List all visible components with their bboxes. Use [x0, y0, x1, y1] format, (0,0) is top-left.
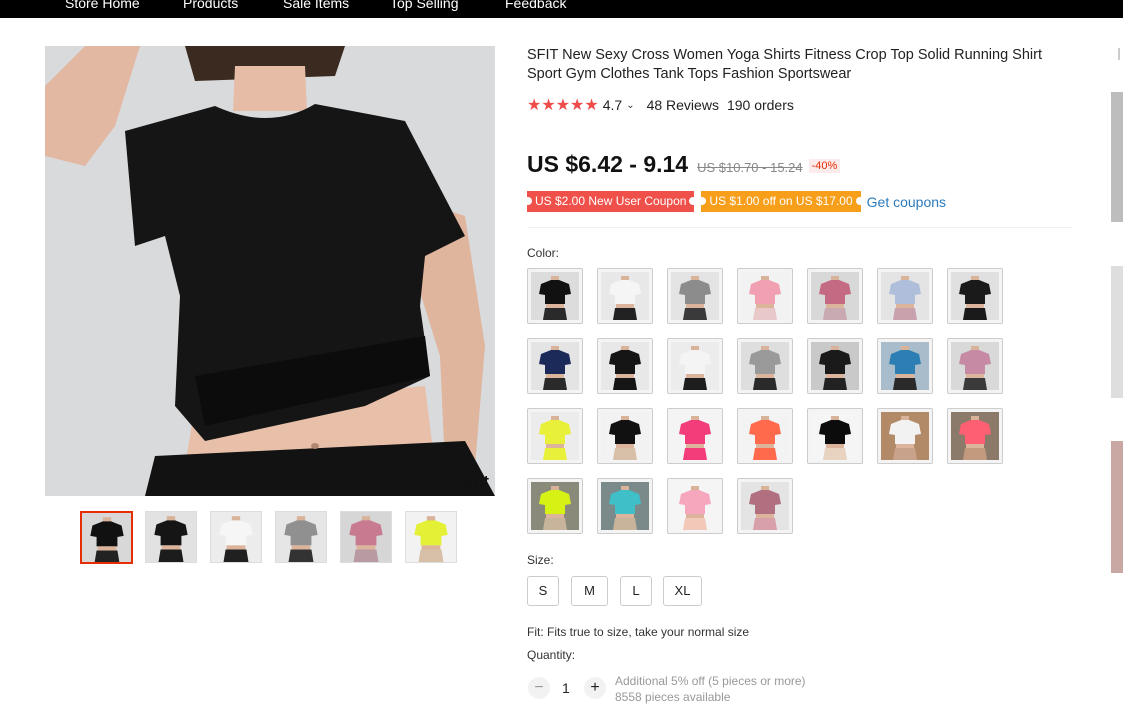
- star-icon: ★: [584, 96, 599, 114]
- color-swatch[interactable]: [807, 338, 863, 394]
- color-swatch[interactable]: [947, 268, 1003, 324]
- nav-products[interactable]: Products: [183, 0, 238, 11]
- coupon-row: US $2.00 New User Coupon US $1.00 off on…: [527, 191, 946, 212]
- star-icon: ★: [541, 96, 556, 114]
- nav-feedback[interactable]: Feedback: [505, 0, 566, 11]
- reviews-link[interactable]: 48 Reviews: [647, 97, 719, 113]
- store-nav-bar: Store Home Products Sale Items Top Selli…: [0, 0, 1123, 18]
- color-swatch[interactable]: [947, 408, 1003, 464]
- quantity-value[interactable]: 1: [562, 680, 570, 696]
- product-thumbnail[interactable]: [210, 511, 262, 563]
- color-swatch[interactable]: [527, 478, 583, 534]
- color-swatch[interactable]: [667, 408, 723, 464]
- color-swatch[interactable]: [737, 268, 793, 324]
- quantity-label: Quantity:: [527, 648, 576, 662]
- color-swatch[interactable]: [877, 338, 933, 394]
- color-swatch[interactable]: [667, 268, 723, 324]
- rating-stars: ★★★★★: [527, 97, 599, 114]
- color-swatch[interactable]: [597, 478, 653, 534]
- color-swatch[interactable]: [597, 268, 653, 324]
- product-thumbnail[interactable]: [145, 511, 197, 563]
- color-swatch[interactable]: [737, 408, 793, 464]
- color-swatch[interactable]: [877, 408, 933, 464]
- color-swatch[interactable]: [877, 268, 933, 324]
- size-option-xl[interactable]: XL: [663, 576, 702, 606]
- original-price: US $10.70 - 15.24: [697, 160, 803, 175]
- color-swatch[interactable]: [947, 338, 1003, 394]
- quantity-plus-button[interactable]: +: [584, 677, 606, 699]
- color-swatch[interactable]: [737, 478, 793, 534]
- product-photo: [45, 46, 495, 496]
- product-thumbnail[interactable]: [405, 511, 457, 563]
- store-coupon[interactable]: US $1.00 off on US $17.00: [701, 191, 861, 212]
- color-swatch[interactable]: [527, 268, 583, 324]
- size-option-l[interactable]: L: [620, 576, 652, 606]
- side-recommendation-image[interactable]: [1111, 92, 1123, 222]
- star-icon: ★: [527, 96, 542, 114]
- color-swatch[interactable]: [807, 408, 863, 464]
- star-icon: ★: [570, 96, 585, 114]
- product-thumbnail[interactable]: [80, 511, 133, 564]
- product-title: SFIT New Sexy Cross Women Yoga Shirts Fi…: [527, 47, 1042, 82]
- quantity-minus-button[interactable]: −: [528, 677, 550, 699]
- product-thumbnail[interactable]: [340, 511, 392, 563]
- current-price: US $6.42 - 9.14: [527, 151, 689, 177]
- color-label: Color:: [527, 246, 560, 260]
- rating-value[interactable]: 4.7: [603, 97, 622, 113]
- side-recommendation-image[interactable]: [1111, 441, 1123, 573]
- color-swatch[interactable]: [807, 268, 863, 324]
- nav-top-selling[interactable]: Top Selling: [390, 0, 459, 11]
- new-user-coupon[interactable]: US $2.00 New User Coupon: [527, 191, 695, 212]
- color-swatch[interactable]: [737, 338, 793, 394]
- brand-watermark: Sfit: [461, 472, 489, 491]
- star-icon: ★: [555, 96, 571, 114]
- fit-info: Fit: Fits true to size, take your normal…: [527, 625, 750, 639]
- discount-badge: -40%: [808, 159, 841, 173]
- stock-available: 8558 pieces available: [615, 690, 731, 704]
- color-swatch[interactable]: [597, 338, 653, 394]
- chevron-down-icon[interactable]: ⌄: [626, 100, 634, 111]
- color-swatch[interactable]: [527, 338, 583, 394]
- orders-count: 190 orders: [726, 97, 794, 113]
- side-recommendation-image[interactable]: [1111, 266, 1123, 398]
- size-option-s[interactable]: S: [527, 576, 559, 606]
- size-option-m[interactable]: M: [571, 576, 608, 606]
- main-product-image[interactable]: Sfit: [45, 46, 495, 496]
- product-thumbnail[interactable]: [275, 511, 327, 563]
- color-swatch[interactable]: [667, 478, 723, 534]
- color-swatch[interactable]: [527, 408, 583, 464]
- nav-sale-items[interactable]: Sale Items: [283, 0, 349, 11]
- color-swatch[interactable]: [667, 338, 723, 394]
- color-swatch[interactable]: [597, 408, 653, 464]
- size-label: Size:: [527, 553, 554, 567]
- price-row: US $6.42 - 9.14 US $10.70 - 15.24 -40%: [527, 151, 841, 178]
- bulk-discount-note: Additional 5% off (5 pieces or more): [615, 674, 806, 688]
- side-panel-marker: [1118, 48, 1120, 60]
- get-coupons-link[interactable]: Get coupons: [867, 194, 946, 210]
- rating-row: ★★★★★ 4.7 ⌄ 48 Reviews 190 orders: [527, 96, 794, 114]
- nav-store-home[interactable]: Store Home: [65, 0, 140, 11]
- divider: [527, 227, 1072, 228]
